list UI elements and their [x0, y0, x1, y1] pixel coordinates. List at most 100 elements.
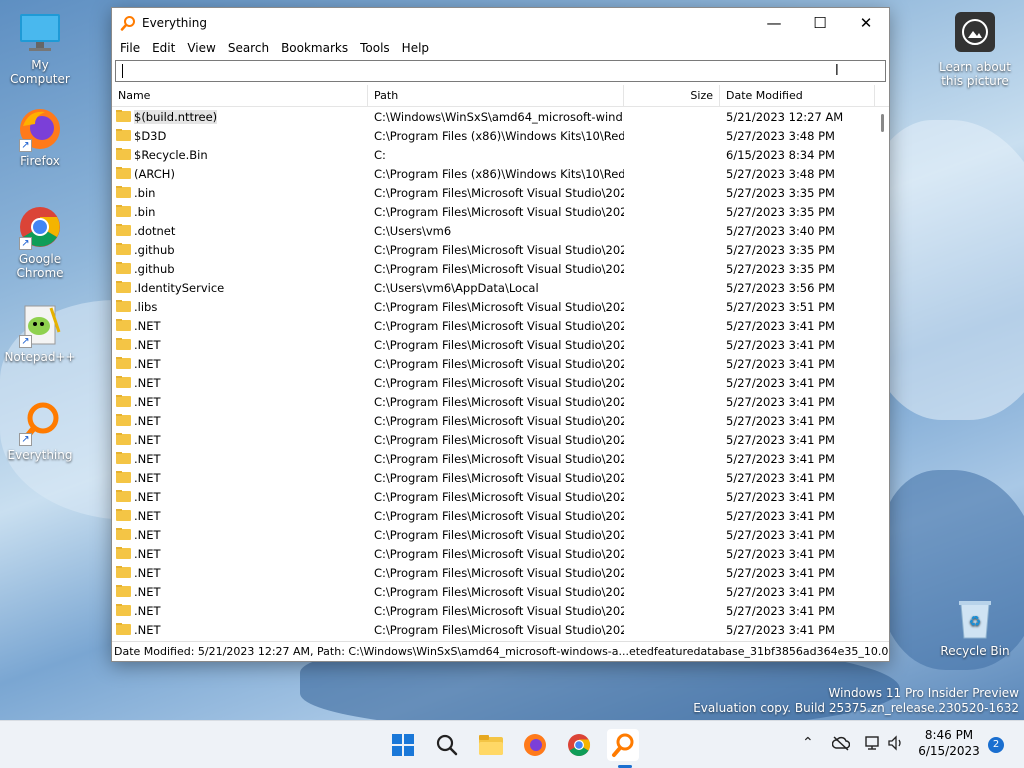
shortcut-arrow-icon: ↗	[19, 237, 32, 250]
cell-path: C:\Program Files\Microsoft Visual Studio…	[374, 584, 624, 599]
menu-edit[interactable]: Edit	[146, 41, 181, 55]
cell-name: .dotnet	[112, 223, 368, 238]
chevron-up-icon[interactable]: ⌃	[802, 735, 814, 751]
learn-about-picture[interactable]: Learn about this picture	[938, 12, 1012, 88]
table-row[interactable]: .IdentityService C:\Users\vm6\AppData\Loc…	[112, 278, 889, 297]
cell-date-modified: 5/27/2023 3:41 PM	[726, 546, 835, 561]
desktop-icon-notepadpp[interactable]: ↗ Notepad++	[0, 302, 80, 364]
cell-path: C:\Program Files\Microsoft Visual Studio…	[374, 299, 624, 314]
cloud-off-icon[interactable]	[831, 735, 851, 755]
cell-date-modified: 5/27/2023 3:41 PM	[726, 603, 835, 618]
file-name: $Recycle.Bin	[134, 147, 208, 162]
table-row[interactable]: .NET C:\Program Files\Microsoft Visual St…	[112, 525, 889, 544]
column-header-date-modified[interactable]: Date Modified	[720, 85, 875, 106]
table-row[interactable]: .NET C:\Program Files\Microsoft Visual St…	[112, 335, 889, 354]
column-header-name[interactable]: Name	[112, 85, 368, 106]
table-row[interactable]: .NET C:\Program Files\Microsoft Visual St…	[112, 392, 889, 411]
table-row[interactable]: .NET C:\Program Files\Microsoft Visual St…	[112, 487, 889, 506]
table-row[interactable]: .github C:\Program Files\Microsoft Visual…	[112, 259, 889, 278]
close-button[interactable]: ✕	[843, 8, 889, 38]
folder-icon	[116, 546, 131, 559]
table-row[interactable]: .NET C:\Program Files\Microsoft Visual St…	[112, 544, 889, 563]
table-row[interactable]: $Recycle.Bin C: 6/15/2023 8:34 PM	[112, 145, 889, 164]
table-row[interactable]: .bin C:\Program Files\Microsoft Visual St…	[112, 183, 889, 202]
text-caret	[122, 64, 123, 78]
desktop-icon-chrome[interactable]: ↗ Google Chrome	[0, 204, 80, 280]
table-row[interactable]: .NET C:\Program Files\Microsoft Visual St…	[112, 563, 889, 582]
cell-name: .NET	[112, 394, 368, 409]
cell-path: C:\Program Files\Microsoft Visual Studio…	[374, 546, 624, 561]
notification-badge[interactable]: 2	[988, 737, 1004, 753]
cell-name: .NET	[112, 318, 368, 333]
table-row[interactable]: .NET C:\Program Files\Microsoft Visual St…	[112, 354, 889, 373]
desktop-icon-firefox[interactable]: ↗ Firefox	[0, 106, 80, 168]
table-row[interactable]: $D3D C:\Program Files (x86)\Windows Kits\…	[112, 126, 889, 145]
cell-date-modified: 5/27/2023 3:56 PM	[726, 280, 835, 295]
cell-name: .NET	[112, 489, 368, 504]
table-row[interactable]: (ARCH) C:\Program Files (x86)\Windows Kit…	[112, 164, 889, 183]
folder-icon	[116, 185, 131, 198]
file-name: .NET	[134, 375, 161, 390]
table-row[interactable]: .NET C:\Program Files\Microsoft Visual St…	[112, 582, 889, 601]
taskbar-everything[interactable]	[607, 729, 639, 761]
menu-tools[interactable]: Tools	[354, 41, 396, 55]
menu-view[interactable]: View	[181, 41, 221, 55]
table-row[interactable]: .libs C:\Program Files\Microsoft Visual S…	[112, 297, 889, 316]
cell-path: C:\Program Files\Microsoft Visual Studio…	[374, 242, 624, 257]
search-input[interactable]	[116, 61, 885, 81]
folder-icon	[116, 394, 131, 407]
taskbar-chrome[interactable]	[563, 729, 595, 761]
taskbar-firefox[interactable]	[519, 729, 551, 761]
network-icon[interactable]	[864, 735, 882, 755]
minimize-button[interactable]: —	[751, 8, 797, 38]
taskbar-file-explorer[interactable]	[475, 729, 507, 761]
table-row[interactable]: .NET C:\Program Files\Microsoft Visual St…	[112, 601, 889, 620]
cell-name: .NET	[112, 451, 368, 466]
table-row[interactable]: .NET C:\Program Files\Microsoft Visual St…	[112, 411, 889, 430]
cell-path: C:\Program Files\Microsoft Visual Studio…	[374, 470, 624, 485]
results-list[interactable]: $(build.nttree) C:\Windows\WinSxS\amd64_m…	[112, 107, 889, 639]
desktop-icon-recycle-bin[interactable]: ♻ Recycle Bin	[940, 598, 1010, 658]
cell-date-modified: 5/27/2023 3:41 PM	[726, 356, 835, 371]
table-row[interactable]: $(build.nttree) C:\Windows\WinSxS\amd64_m…	[112, 107, 889, 126]
search-icon	[436, 734, 458, 756]
vertical-scrollbar[interactable]	[875, 107, 889, 639]
taskbar-clock[interactable]: 8:46 PM 6/15/2023	[914, 727, 984, 759]
menu-bookmarks[interactable]: Bookmarks	[275, 41, 354, 55]
scrollbar-thumb[interactable]	[881, 114, 884, 132]
ibeam-cursor-icon: I	[834, 61, 839, 79]
table-row[interactable]: .bin C:\Program Files\Microsoft Visual St…	[112, 202, 889, 221]
menu-help[interactable]: Help	[396, 41, 435, 55]
desktop-icon-label: Everything	[7, 448, 73, 462]
maximize-button[interactable]: ☐	[797, 8, 843, 38]
desktop-icon-everything[interactable]: ↗ Everything	[0, 400, 80, 462]
menu-file[interactable]: File	[114, 41, 146, 55]
menu-search[interactable]: Search	[222, 41, 275, 55]
table-row[interactable]: .NET C:\Program Files\Microsoft Visual St…	[112, 620, 889, 639]
volume-icon[interactable]	[887, 735, 905, 755]
table-row[interactable]: .github C:\Program Files\Microsoft Visual…	[112, 240, 889, 259]
table-row[interactable]: .NET C:\Program Files\Microsoft Visual St…	[112, 373, 889, 392]
desktop-icon-my-computer[interactable]: My Computer	[0, 10, 80, 86]
table-row[interactable]: .dotnet C:\Users\vm6 5/27/2023 3:40 PM	[112, 221, 889, 240]
table-row[interactable]: .NET C:\Program Files\Microsoft Visual St…	[112, 316, 889, 335]
taskbar-search-button[interactable]	[431, 729, 463, 761]
title-bar[interactable]: Everything — ☐ ✕	[112, 8, 889, 38]
cell-path: C:\Program Files\Microsoft Visual Studio…	[374, 527, 624, 542]
folder-icon	[116, 508, 131, 521]
column-header-path[interactable]: Path	[368, 85, 624, 106]
file-name: .bin	[134, 185, 156, 200]
cell-path: C:\Program Files (x86)\Windows Kits\10\R…	[374, 166, 624, 181]
table-row[interactable]: .NET C:\Program Files\Microsoft Visual St…	[112, 430, 889, 449]
column-header-size[interactable]: Size	[624, 85, 720, 106]
folder-icon	[116, 584, 131, 597]
shortcut-arrow-icon: ↗	[19, 433, 32, 446]
folder-icon	[116, 356, 131, 369]
search-box[interactable]: I	[115, 60, 886, 82]
folder-icon	[116, 299, 131, 312]
table-row[interactable]: .NET C:\Program Files\Microsoft Visual St…	[112, 449, 889, 468]
table-row[interactable]: .NET C:\Program Files\Microsoft Visual St…	[112, 506, 889, 525]
table-row[interactable]: .NET C:\Program Files\Microsoft Visual St…	[112, 468, 889, 487]
file-name: .NET	[134, 565, 161, 580]
start-button[interactable]	[387, 729, 419, 761]
